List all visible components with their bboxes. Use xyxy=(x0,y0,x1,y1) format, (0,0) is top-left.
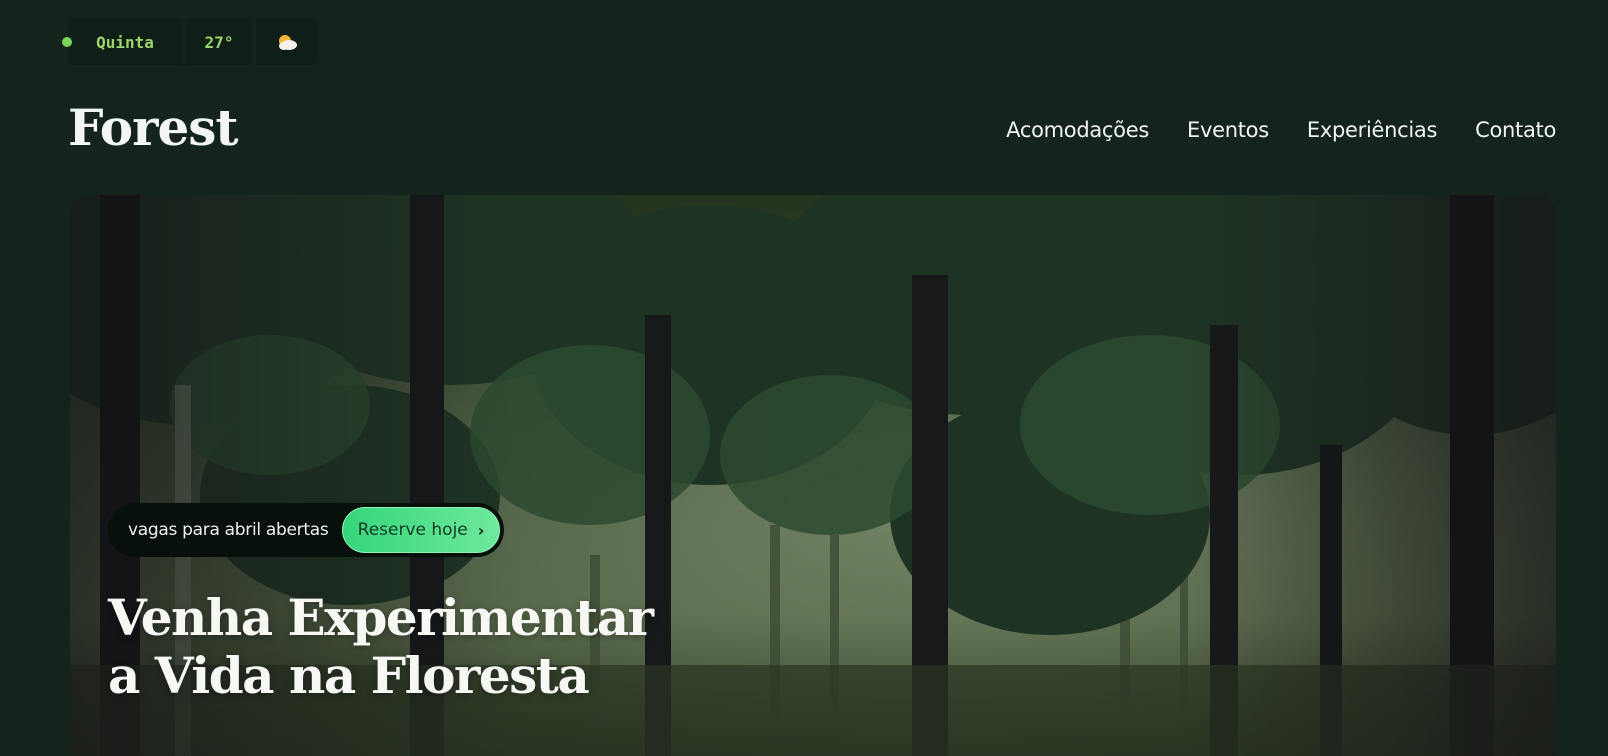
chevron-right-icon: › xyxy=(477,520,485,540)
nav-acomodacoes[interactable]: Acomodações xyxy=(1006,118,1149,142)
main-nav: Acomodações Eventos Experiências Contato xyxy=(1006,118,1556,142)
promo-banner: vagas para abril abertas Reserve hoje › xyxy=(108,503,504,557)
site-logo[interactable]: Forest xyxy=(68,98,239,157)
hero-title-line-1: Venha Experimentar xyxy=(108,588,654,647)
day-label: Quinta xyxy=(68,19,182,65)
reserve-button-label: Reserve hoje xyxy=(357,520,468,540)
temperature-label: 27° xyxy=(186,19,252,65)
nav-experiencias[interactable]: Experiências xyxy=(1307,118,1438,142)
hero-section: vagas para abril abertas Reserve hoje › … xyxy=(70,195,1556,756)
promo-text: vagas para abril abertas xyxy=(128,520,329,540)
nav-eventos[interactable]: Eventos xyxy=(1187,118,1269,142)
online-indicator xyxy=(62,37,72,47)
hero-title-line-2: a Vida na Floresta xyxy=(108,646,590,705)
status-widget: Quinta 27° xyxy=(62,19,318,65)
nav-contato[interactable]: Contato xyxy=(1475,118,1556,142)
hero-title: Venha Experimentar a Vida na Floresta xyxy=(108,588,654,705)
partly-cloudy-icon xyxy=(256,19,318,65)
page: Quinta 27° Forest Acomodações Eventos Ex… xyxy=(0,0,1608,756)
reserve-button[interactable]: Reserve hoje › xyxy=(342,507,500,553)
